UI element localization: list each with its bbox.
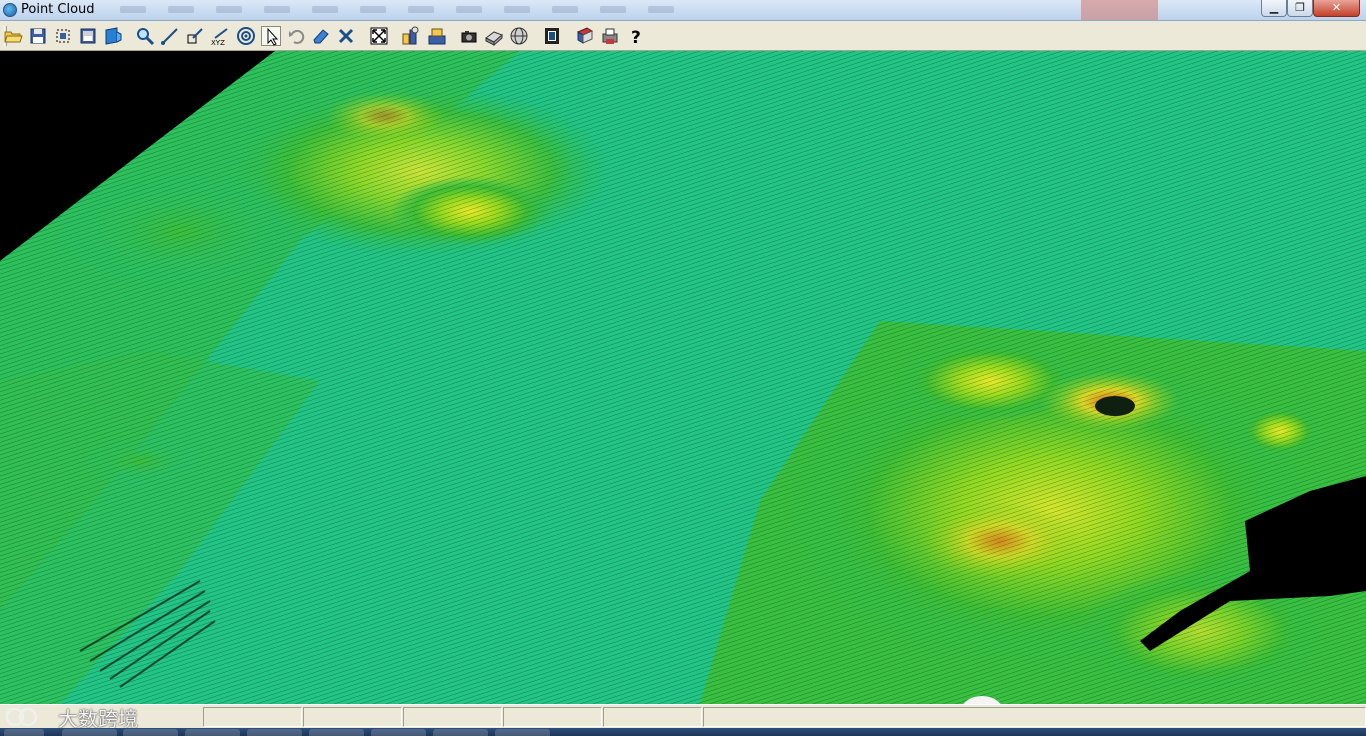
wechat-watermark: 微信号: hydro-tech xyxy=(958,691,1319,704)
toolbar: XYZ? xyxy=(0,21,1366,51)
tools-button[interactable] xyxy=(400,26,420,46)
target-icon xyxy=(237,27,255,45)
export-icon xyxy=(105,27,122,45)
delete-x-icon xyxy=(338,28,354,44)
camera-button[interactable] xyxy=(459,26,479,46)
fit-extent-icon xyxy=(370,27,388,45)
xyz-coordinate-button[interactable]: XYZ xyxy=(210,26,230,46)
watermark-text: 微信号: hydro-tech xyxy=(1028,696,1319,704)
status-pane-5 xyxy=(603,707,702,727)
svg-text:?: ? xyxy=(631,28,641,46)
sphere-grid-icon xyxy=(510,27,528,45)
target-button[interactable] xyxy=(236,26,256,46)
delete-x-button[interactable] xyxy=(336,26,356,46)
open-folder-icon xyxy=(4,31,23,43)
film-icon xyxy=(545,28,559,44)
pointer-icon xyxy=(267,27,279,46)
help-icon: ? xyxy=(631,28,641,46)
inspect-button[interactable] xyxy=(135,26,155,46)
status-pane-2 xyxy=(303,707,402,727)
ghost-menu-overlay xyxy=(120,6,674,13)
help-button[interactable]: ? xyxy=(626,26,646,46)
close-icon: ✕ xyxy=(1331,1,1342,14)
status-pane-1 xyxy=(203,707,302,727)
surface-icon xyxy=(485,31,503,46)
wechat-logo-icon xyxy=(958,693,1020,704)
taskbar-item[interactable] xyxy=(495,729,550,736)
select-region-button[interactable] xyxy=(53,26,73,46)
taskbar-item[interactable] xyxy=(247,729,302,736)
app-icon[interactable] xyxy=(3,3,17,17)
start-button[interactable] xyxy=(4,729,44,736)
sphere-grid-button[interactable] xyxy=(509,26,529,46)
draw-box-button[interactable] xyxy=(185,26,205,46)
save-button[interactable] xyxy=(28,26,48,46)
taskbar-item[interactable] xyxy=(62,729,117,736)
save-icon xyxy=(30,28,46,44)
point-cloud-window: Point Cloud ▁ ❐ ✕ XYZ? C 大数跨境 xyxy=(0,0,1366,736)
tools-icon xyxy=(402,26,419,45)
export-button[interactable] xyxy=(103,26,123,46)
watermark-logo-icon: C xyxy=(5,707,38,727)
surface-button[interactable] xyxy=(484,26,504,46)
restore-icon: ❐ xyxy=(1295,1,1305,14)
svg-text:C: C xyxy=(6,708,11,716)
point-cloud-render[interactable] xyxy=(0,51,1366,704)
taskbar-item[interactable] xyxy=(185,729,240,736)
pointer-button[interactable] xyxy=(261,26,281,46)
corner-watermark: C 大数跨境 xyxy=(4,705,138,731)
print-button[interactable] xyxy=(600,26,620,46)
draw-box-icon xyxy=(187,28,203,44)
save-as-button[interactable] xyxy=(78,26,98,46)
book-button[interactable] xyxy=(575,26,595,46)
svg-text:XYZ: XYZ xyxy=(211,39,225,46)
process-button[interactable] xyxy=(427,26,447,46)
film-button[interactable] xyxy=(542,26,562,46)
taskbar-item[interactable] xyxy=(433,729,488,736)
point-cloud-viewport[interactable]: 微信号: hydro-tech xyxy=(0,51,1366,704)
save-as-icon xyxy=(80,28,96,44)
fit-extent-button[interactable] xyxy=(369,26,389,46)
open-folder-button[interactable] xyxy=(3,26,23,46)
title-bar[interactable]: Point Cloud ▁ ❐ ✕ xyxy=(0,0,1366,21)
window-title: Point Cloud xyxy=(21,2,95,17)
close-button[interactable]: ✕ xyxy=(1313,0,1360,17)
print-icon xyxy=(602,28,618,44)
book-icon xyxy=(576,27,594,44)
taskbar-item[interactable] xyxy=(123,729,178,736)
taskbar-item[interactable] xyxy=(371,729,426,736)
select-region-icon xyxy=(56,29,70,43)
inspect-icon xyxy=(137,28,155,46)
xyz-coordinate-icon: XYZ xyxy=(211,28,228,46)
status-pane-4 xyxy=(503,707,602,727)
eraser-button[interactable] xyxy=(311,26,331,46)
status-bar: C 大数跨境 xyxy=(0,704,1366,731)
status-pane-3 xyxy=(403,707,502,727)
undo-button[interactable] xyxy=(286,26,306,46)
taskbar-item[interactable] xyxy=(309,729,364,736)
taskbar xyxy=(0,728,1366,736)
status-pane-6 xyxy=(703,707,1366,727)
undo-icon xyxy=(289,29,305,44)
eraser-icon xyxy=(313,29,329,44)
ghost-highlight xyxy=(1081,0,1158,20)
process-icon xyxy=(428,28,446,45)
draw-line-icon xyxy=(161,28,178,45)
minimize-button[interactable]: ▁ xyxy=(1261,0,1287,17)
minimize-icon: ▁ xyxy=(1269,1,1279,14)
maximize-button[interactable]: ❐ xyxy=(1287,0,1313,17)
draw-line-button[interactable] xyxy=(160,26,180,46)
camera-icon xyxy=(461,31,477,43)
